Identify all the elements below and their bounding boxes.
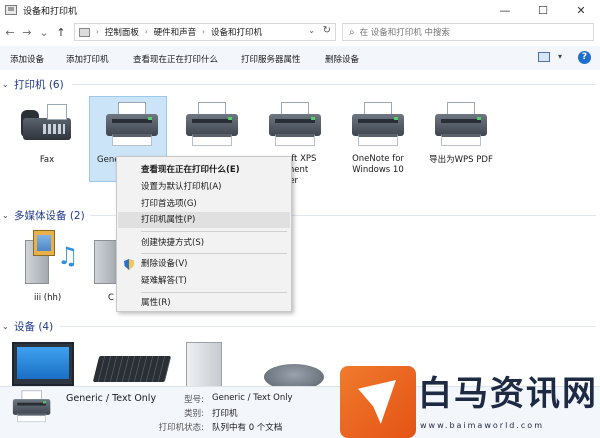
context-menu: 查看现在正在打印什么(E) 设置为默认打印机(A) 打印首选项(G) 打印机属性… xyxy=(116,156,292,312)
menu-item-set-default[interactable]: 设置为默认打印机(A) xyxy=(118,179,290,195)
command-toolbar: 添加设备 添加打印机 查看现在正在打印什么 打印服务器属性 删除设备 ▾ ? xyxy=(0,46,600,70)
selected-device-name: Generic / Text Only xyxy=(66,393,157,404)
printer-icon xyxy=(265,100,325,152)
printer-icon xyxy=(431,100,491,152)
menu-item-printer-properties[interactable]: 打印机属性(P) xyxy=(118,212,290,228)
add-printer-button[interactable]: 添加打印机 xyxy=(66,53,109,65)
minimize-button[interactable]: — xyxy=(486,0,524,20)
change-view-icon[interactable] xyxy=(538,52,550,62)
fax-icon xyxy=(17,100,77,152)
group-divider xyxy=(60,326,596,327)
printer-icon xyxy=(182,100,242,152)
model-label: 型号: xyxy=(184,395,204,405)
breadcrumb-separator-icon: › xyxy=(202,28,205,36)
menu-separator xyxy=(141,253,287,254)
help-icon[interactable]: ? xyxy=(578,51,591,64)
printer-status-value: 队列中有 0 个文档 xyxy=(212,423,283,433)
device-media-1[interactable]: ♫ iii (hh) xyxy=(10,228,88,304)
search-placeholder[interactable]: 在 设备和打印机 中搜索 xyxy=(360,26,450,38)
watermark-text: 白马资讯网 xyxy=(418,374,598,414)
window-title: 设备和打印机 xyxy=(23,6,78,17)
add-device-button[interactable]: 添加设备 xyxy=(10,53,44,65)
group-header-multimedia[interactable]: ⌄ 多媒体设备 (2) xyxy=(0,207,85,223)
group-title-printers: 打印机 (6) xyxy=(14,78,64,91)
menu-item-troubleshoot[interactable]: 疑难解答(T) xyxy=(118,273,290,289)
computer-icon[interactable] xyxy=(186,342,222,390)
refresh-icon[interactable]: ↻ xyxy=(323,25,331,36)
media-device-icon: ♫ xyxy=(19,228,79,290)
menu-item-create-shortcut[interactable]: 创建快捷方式(S) xyxy=(118,235,290,251)
remove-device-button[interactable]: 删除设备 xyxy=(325,53,359,65)
group-header-devices[interactable]: ⌄ 设备 (4) xyxy=(0,318,53,334)
group-title-multimedia: 多媒体设备 (2) xyxy=(14,209,85,222)
see-whats-printing-button[interactable]: 查看现在正在打印什么 xyxy=(133,53,218,65)
back-arrow-icon[interactable]: ← xyxy=(3,22,17,42)
menu-item-remove-device[interactable]: 删除设备(V) xyxy=(118,256,290,272)
group-divider xyxy=(72,84,596,85)
device-label: Fax xyxy=(39,155,55,165)
menu-item-see-printing[interactable]: 查看现在正在打印什么(E) xyxy=(118,162,290,178)
breadcrumb-separator-icon: › xyxy=(96,28,99,36)
device-printer-3[interactable] xyxy=(173,100,251,154)
chevron-down-icon[interactable]: ⌄ xyxy=(2,322,12,331)
printer-icon xyxy=(348,100,408,152)
print-server-properties-button[interactable]: 打印服务器属性 xyxy=(241,53,301,65)
devices-row xyxy=(0,342,340,390)
search-icon: ⌕ xyxy=(349,26,355,38)
model-value: Generic / Text Only xyxy=(212,393,293,403)
view-dropdown-icon[interactable]: ▾ xyxy=(558,52,562,61)
device-fax[interactable]: Fax xyxy=(8,100,86,166)
group-header-printers[interactable]: ⌄ 打印机 (6) xyxy=(0,76,64,92)
printer-status-label: 打印机状态: xyxy=(158,423,204,433)
menu-item-properties[interactable]: 属性(R) xyxy=(118,295,290,311)
address-field[interactable]: › 控制面板 › 硬件和声音 › 设备和打印机 ⌄ ↻ xyxy=(74,23,336,41)
group-title-devices: 设备 (4) xyxy=(14,320,54,333)
address-bar-row: ← → ⌄ ↑ › 控制面板 › 硬件和声音 › 设备和打印机 ⌄ ↻ ⌕ 在 … xyxy=(0,20,600,44)
menu-separator xyxy=(141,231,287,232)
menu-item-printing-preferences[interactable]: 打印首选项(G) xyxy=(118,196,290,212)
up-arrow-icon[interactable]: ↑ xyxy=(54,22,68,42)
window-controls: — ☐ ✕ xyxy=(486,0,600,20)
watermark-url: www.baimaworld.com xyxy=(420,421,544,430)
recent-locations-chevron-icon[interactable]: ⌄ xyxy=(37,22,51,42)
chevron-down-icon[interactable]: ⌄ xyxy=(2,211,12,220)
control-panel-icon xyxy=(79,27,90,37)
device-wps-pdf[interactable]: 导出为WPS PDF xyxy=(422,100,500,166)
device-label: 导出为WPS PDF xyxy=(429,155,493,165)
printer-icon xyxy=(10,389,53,426)
maximize-button[interactable]: ☐ xyxy=(524,0,562,20)
title-bar: 设备和打印机 — ☐ ✕ xyxy=(0,0,600,20)
category-value: 打印机 xyxy=(212,409,238,419)
breadcrumb-devices-printers[interactable]: 设备和打印机 xyxy=(211,26,262,38)
device-label: iii (hh) xyxy=(34,293,62,303)
devices-printers-icon xyxy=(5,5,17,15)
breadcrumb-separator-icon: › xyxy=(144,28,148,36)
menu-separator xyxy=(141,292,287,293)
search-box[interactable]: ⌕ 在 设备和打印机 中搜索 xyxy=(342,23,594,41)
keyboard-icon[interactable] xyxy=(92,356,172,382)
breadcrumb-hardware-sound[interactable]: 硬件和声音 xyxy=(154,26,197,38)
chevron-down-icon[interactable]: ⌄ xyxy=(2,80,12,89)
forward-arrow-icon[interactable]: → xyxy=(20,22,34,42)
category-label: 类别: xyxy=(184,409,204,419)
device-onenote[interactable]: OneNote for Windows 10 xyxy=(339,100,417,176)
watermark-logo-icon xyxy=(340,366,416,438)
monitor-icon[interactable] xyxy=(12,342,74,386)
printer-icon xyxy=(102,100,162,152)
address-dropdown-icon[interactable]: ⌄ xyxy=(308,26,315,35)
close-button[interactable]: ✕ xyxy=(562,0,600,20)
breadcrumb-control-panel[interactable]: 控制面板 xyxy=(105,26,139,38)
device-label: OneNote for Windows 10 xyxy=(352,154,404,175)
